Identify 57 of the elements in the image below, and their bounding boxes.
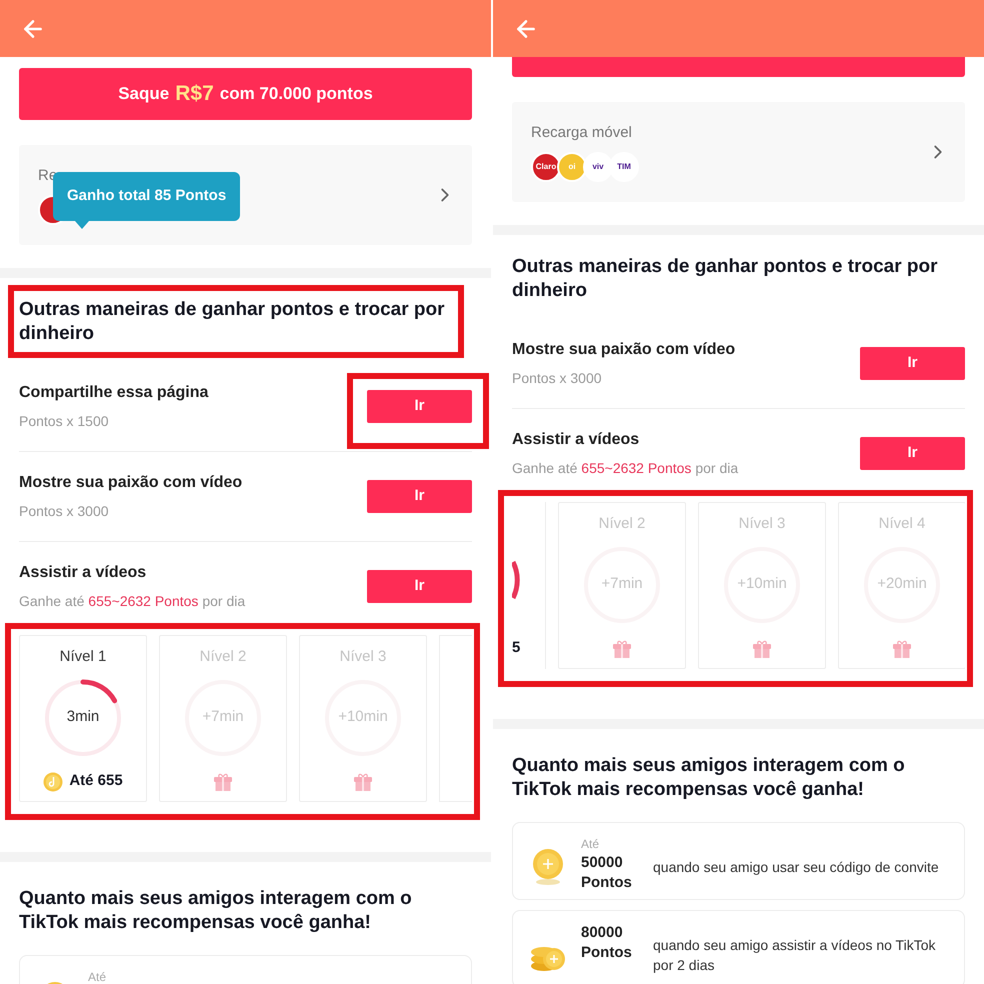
withdraw-button[interactable]: Saque R$7 com 70.000 pontos xyxy=(19,68,472,120)
time-label: +7min xyxy=(202,707,244,728)
task-subtitle: Ganhe até 655~2632 Pontos por dia xyxy=(19,592,246,611)
reward-points: 50000 xyxy=(581,853,624,873)
time-label: +10min xyxy=(737,574,787,594)
task-subtitle: Pontos x 3000 xyxy=(19,502,110,521)
task-subtitle: Pontos x 3000 xyxy=(512,369,603,388)
reward-unit: Pontos xyxy=(581,873,633,893)
task-subtitle: Ganhe até 655~2632 Pontos por dia xyxy=(512,459,740,478)
section-title: Quanto mais seus amigos interagem com o TikTok mais recompensas você ganha! xyxy=(512,754,906,802)
coin-icon xyxy=(531,848,565,886)
operator-logo: oi xyxy=(557,152,587,182)
gift-icon xyxy=(612,640,632,658)
task-title: Mostre sua paixão com vídeo xyxy=(19,473,244,493)
go-button[interactable]: Ir xyxy=(860,437,965,470)
gift-icon xyxy=(353,772,373,790)
level-label: Nível 3 xyxy=(738,514,786,534)
gift-icon xyxy=(213,772,233,790)
reward-points: 80000 xyxy=(581,923,624,943)
operator-logo: viv xyxy=(583,152,613,182)
gift-icon xyxy=(752,640,772,658)
go-button[interactable]: Ir xyxy=(367,390,472,423)
level-label: Nível 2 xyxy=(598,514,646,534)
gift-icon xyxy=(892,640,912,658)
time-label: +7min xyxy=(601,574,643,594)
level-label: Nível 3 xyxy=(340,647,386,667)
reward-prefix: Até xyxy=(88,969,108,984)
task-title: Assistir a vídeos xyxy=(19,563,148,583)
level-label: Nível 1 xyxy=(60,647,106,667)
time-label: +10min xyxy=(338,707,388,728)
task-title: Mostre sua paixão com vídeo xyxy=(512,340,736,360)
time-label: +20min xyxy=(877,574,927,594)
go-button[interactable]: Ir xyxy=(367,570,472,603)
section-title: Outras maneiras de ganhar pontos e trocar por dinheiro xyxy=(19,298,446,346)
operator-logo: Claro xyxy=(531,152,561,182)
tooltip-pointer xyxy=(75,220,89,228)
task-title: Compartilhe essa página xyxy=(19,383,210,403)
level-label: Nível 4 xyxy=(878,514,926,534)
level-label: Nível 2 xyxy=(200,647,246,667)
reward-description: quando seu amigo usar seu código de convite xyxy=(653,858,940,877)
recharge-card[interactable]: Recarga móvel Claro oi viv TIM xyxy=(512,102,965,202)
operator-logo: TIM xyxy=(609,152,639,182)
reward-unit: Pontos xyxy=(581,943,633,963)
section-title: Quanto mais seus amigos interagem com o TikTok mais recompensas você ganha! xyxy=(19,887,413,935)
recharge-label: Recarga móvel xyxy=(531,122,632,143)
reward-label: 5 xyxy=(512,638,522,658)
reward-label: Até 655 xyxy=(69,771,123,792)
task-title: Assistir a vídeos xyxy=(512,430,640,450)
time-label: 3min xyxy=(66,707,100,728)
go-button[interactable]: Ir xyxy=(860,347,965,380)
progress-arc xyxy=(512,560,522,600)
reward-prefix: Até xyxy=(581,836,600,853)
reward-description: quando seu amigo assistir a vídeos no TikTok por 2 dias xyxy=(653,936,936,975)
task-subtitle: Pontos x 1500 xyxy=(19,412,110,431)
section-title: Outras maneiras de ganhar pontos e trocar por dinheiro xyxy=(512,255,938,303)
coin-icon xyxy=(43,772,64,792)
go-button[interactable]: Ir xyxy=(367,480,472,513)
